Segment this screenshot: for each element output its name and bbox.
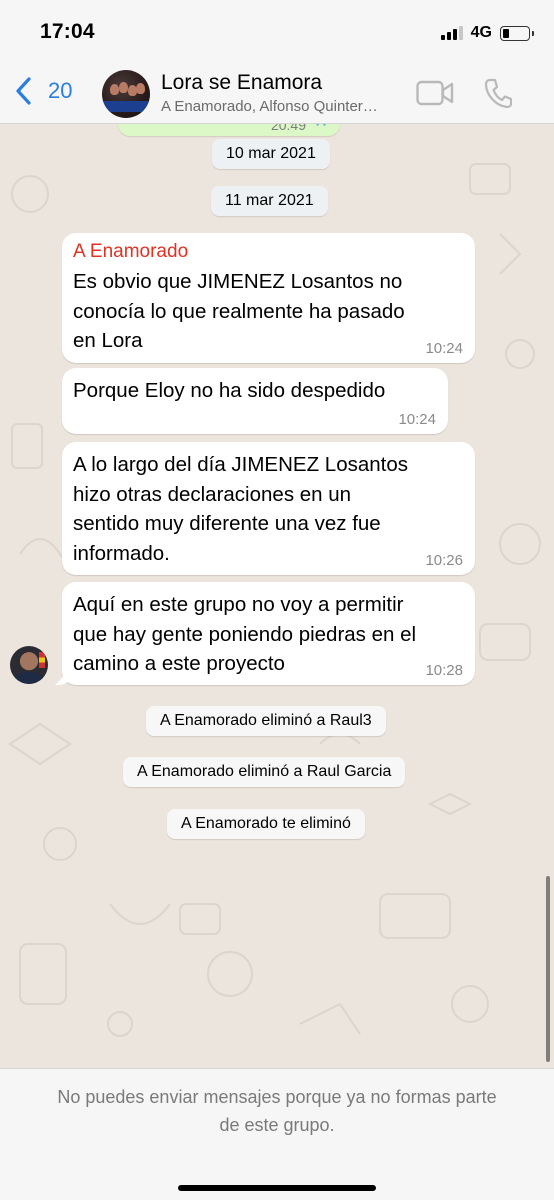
message-sender[interactable]: A Enamorado	[73, 241, 463, 263]
network-type: 4G	[470, 24, 492, 41]
chat-scroll-area[interactable]: 20:49 ✓✓ 10 mar 2021 11 mar 2021 A Enamo…	[0, 124, 554, 1068]
chat-title[interactable]: Lora se Enamora	[161, 71, 322, 95]
removed-notice-line: No puedes enviar mensajes porque ya no f…	[57, 1087, 497, 1107]
date-separator: 11 mar 2021	[211, 186, 328, 216]
group-members-subtitle[interactable]: A Enamorado, Alfonso Quinter…	[161, 98, 406, 115]
read-receipt-icon: ✓✓	[314, 124, 332, 131]
message-line: Aquí en este grupo no voy a permitir	[73, 593, 404, 616]
removed-notice-line: de este grupo.	[219, 1115, 335, 1135]
removed-notice: No puedes enviar mensajes porque ya no f…	[20, 1083, 534, 1139]
incoming-message[interactable]: Aquí en este grupo no voy a permitir que…	[62, 582, 475, 685]
incoming-message[interactable]: Porque Eloy no ha sido despedido 10:24	[62, 368, 448, 434]
message-text: Porque Eloy no ha sido despedido	[73, 376, 436, 406]
message-time: 10:24	[398, 411, 436, 428]
unread-chats-count: 20	[48, 78, 73, 103]
message-text: Es obvio que JIMENEZ Losantos no conocía…	[73, 267, 463, 356]
video-camera-icon[interactable]	[416, 80, 454, 106]
message-time: 10:26	[425, 552, 463, 569]
battery-icon	[500, 25, 534, 41]
home-indicator[interactable]	[178, 1185, 376, 1191]
message-line: sentido muy diferente una vez fue	[73, 512, 381, 535]
phone-icon[interactable]	[484, 78, 512, 108]
chat-header: 20 Lora se Enamora A Enamorado, Alfonso …	[0, 62, 554, 124]
status-time: 17:04	[40, 20, 95, 43]
message-text: A lo largo del día JIMENEZ Losantos hizo…	[73, 450, 463, 568]
message-line: hizo otras declaraciones en un	[73, 482, 352, 506]
message-time: 20:49	[270, 124, 306, 133]
message-line: informado.	[73, 541, 170, 565]
previous-outgoing-message[interactable]: 20:49 ✓✓	[118, 124, 340, 136]
chevron-left-icon	[16, 77, 31, 105]
message-line: en Lora	[73, 329, 143, 352]
incoming-message[interactable]: A Enamorado Es obvio que JIMENEZ Losanto…	[62, 233, 475, 363]
date-separator: 10 mar 2021	[212, 139, 330, 169]
message-line: Es obvio que JIMENEZ Losantos no	[73, 270, 403, 293]
group-avatar[interactable]	[102, 70, 150, 118]
message-line: A lo largo del día JIMENEZ Losantos	[73, 453, 409, 476]
system-notice: A Enamorado eliminó a Raul3	[146, 706, 386, 736]
message-line: que hay gente poniendo piedras en el	[73, 622, 417, 646]
removed-from-group-footer: No puedes enviar mensajes porque ya no f…	[0, 1068, 554, 1200]
message-line: camino a este proyecto	[73, 652, 285, 675]
message-text: Aquí en este grupo no voy a permitir que…	[73, 590, 463, 679]
scrollbar[interactable]	[546, 876, 550, 1062]
message-time: 10:28	[425, 662, 463, 679]
cellular-signal-icon	[440, 26, 463, 40]
incoming-message[interactable]: A lo largo del día JIMENEZ Losantos hizo…	[62, 442, 475, 575]
message-line: conocía lo que realmente ha pasado	[73, 299, 405, 323]
sender-avatar[interactable]	[10, 646, 48, 684]
status-bar: 17:04 4G	[0, 0, 554, 62]
message-time: 10:24	[425, 340, 463, 357]
back-button[interactable]: 20	[14, 76, 72, 106]
message-line: Porque Eloy no ha sido despedido	[73, 379, 386, 402]
status-indicators: 4G	[440, 22, 534, 44]
system-notice: A Enamorado te eliminó	[167, 809, 365, 839]
system-notice: A Enamorado eliminó a Raul Garcia	[123, 757, 406, 787]
